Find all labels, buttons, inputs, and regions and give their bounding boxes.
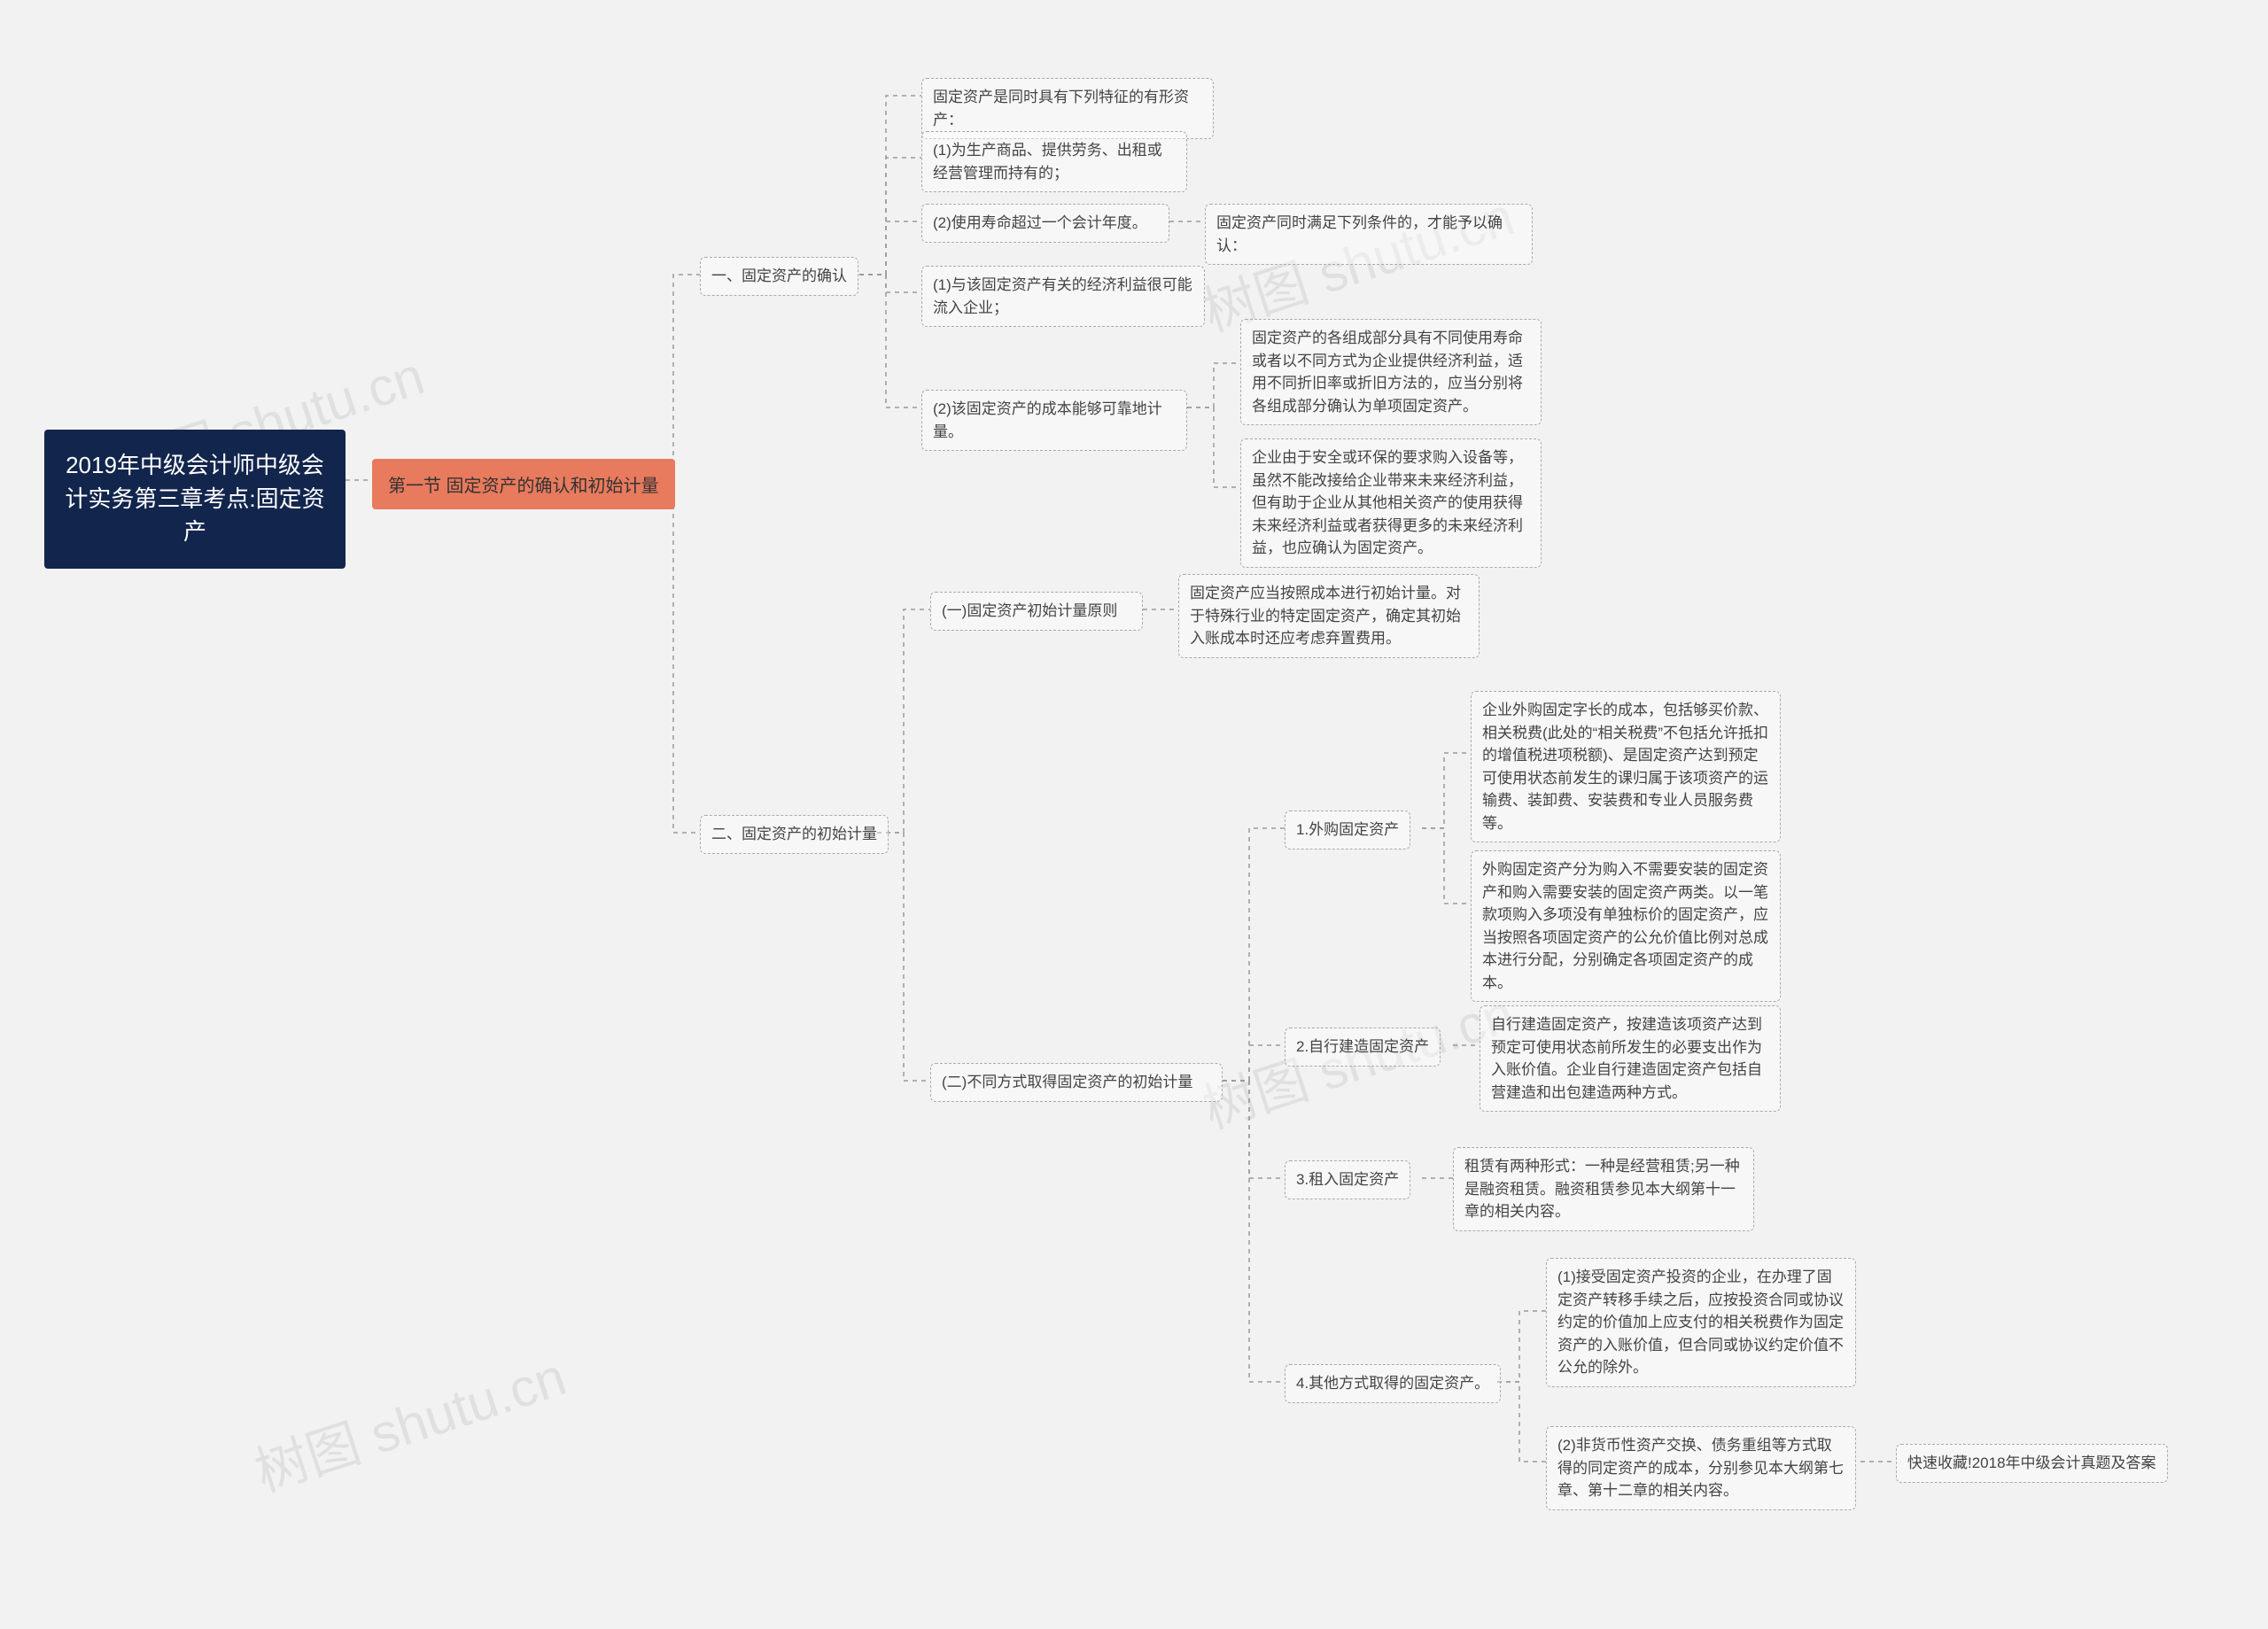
mindmap-node[interactable]: 固定资产同时满足下列条件的，才能予以确认： (1205, 204, 1533, 265)
mindmap-node[interactable]: (一)固定资产初始计量原则 (930, 592, 1143, 631)
section-node[interactable]: 第一节 固定资产的确认和初始计量 (372, 459, 675, 509)
mindmap-connectors (0, 0, 2268, 1629)
mindmap-node[interactable]: (1)与该固定资产有关的经济利益很可能流入企业； (921, 266, 1205, 327)
mindmap-node[interactable]: 企业外购固定字长的成本，包括够买价款、相关税费(此处的“相关税费”不包括允许抵扣… (1471, 691, 1781, 842)
mindmap-node[interactable]: 3.租入固定资产 (1285, 1160, 1410, 1199)
mindmap-node[interactable]: (二)不同方式取得固定资产的初始计量 (930, 1063, 1223, 1102)
mindmap-node[interactable]: 2.自行建造固定资产 (1285, 1028, 1441, 1067)
mindmap-root[interactable]: 2019年中级会计师中级会计实务第三章考点:固定资产 (44, 430, 346, 569)
mindmap-node[interactable]: 快速收藏!2018年中级会计真题及答案 (1896, 1444, 2168, 1483)
mindmap-node[interactable]: (2)使用寿命超过一个会计年度。 (921, 204, 1169, 243)
mindmap-node[interactable]: 外购固定资产分为购入不需要安装的固定资产和购入需要安装的固定资产两类。以一笔款项… (1471, 850, 1781, 1002)
mindmap-node[interactable]: 自行建造固定资产，按建造该项资产达到预定可使用状态前所发生的必要支出作为入账价值… (1480, 1005, 1781, 1112)
watermark: 树图 shutu.cn (244, 1334, 574, 1507)
mindmap-node[interactable]: 1.外购固定资产 (1285, 811, 1410, 849)
mindmap-node[interactable]: 4.其他方式取得的固定资产。 (1285, 1364, 1501, 1403)
mindmap-node[interactable]: 企业由于安全或环保的要求购入设备等，虽然不能改接给企业带来未来经济利益，但有助于… (1240, 438, 1542, 568)
mindmap-node[interactable]: 固定资产是同时具有下列特征的有形资产： (921, 78, 1214, 139)
mindmap-node[interactable]: (1)接受固定资产投资的企业，在办理了固定资产转移手续之后，应按投资合同或协议约… (1546, 1258, 1856, 1387)
mindmap-node[interactable]: 租赁有两种形式：一种是经营租赁;另一种是融资租赁。融资租赁参见本大纲第十一章的相… (1453, 1147, 1754, 1231)
mindmap-node[interactable]: 二、固定资产的初始计量 (700, 815, 889, 854)
mindmap-node[interactable]: (2)非货币性资产交换、债务重组等方式取得的同定资产的成本，分别参见本大纲第七章… (1546, 1426, 1856, 1510)
mindmap-node[interactable]: 固定资产的各组成部分具有不同使用寿命或者以不同方式为企业提供经济利益，适用不同折… (1240, 319, 1542, 425)
mindmap-node[interactable]: (1)为生产商品、提供劳务、出租或经营管理而持有的； (921, 131, 1187, 192)
mindmap-node[interactable]: (2)该固定资产的成本能够可靠地计量。 (921, 390, 1187, 451)
mindmap-node[interactable]: 固定资产应当按照成本进行初始计量。对于特殊行业的特定固定资产，确定其初始入账成本… (1178, 574, 1480, 658)
mindmap-node[interactable]: 一、固定资产的确认 (700, 257, 858, 296)
